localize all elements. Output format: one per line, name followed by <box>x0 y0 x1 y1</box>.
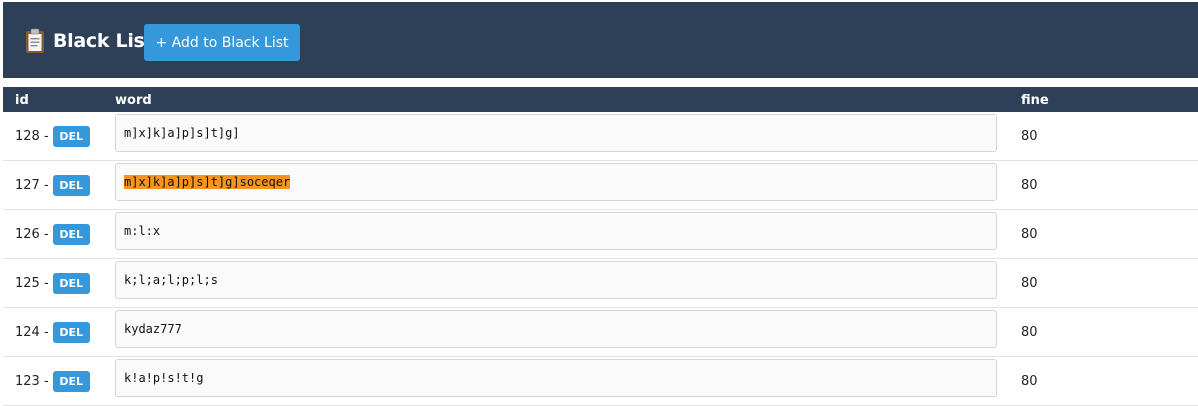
word-input[interactable]: m]x]k]a]p]s]t]g]soceqer <box>115 163 997 201</box>
row-id-cell: 124 - DEL <box>15 308 90 356</box>
word-input[interactable]: k!a!p!s!t!g <box>115 359 997 397</box>
delete-button[interactable]: DEL <box>52 174 90 196</box>
table-row: 124 - DEL kydaz777 80 <box>3 308 1198 357</box>
column-header-fine: fine <box>1021 93 1049 108</box>
page-title: Black List <box>53 30 154 52</box>
row-id: 125 - <box>15 275 49 291</box>
table-body: 128 - DEL m]x]k]a]p]s]t]g] 80 127 - DEL m]x]k]… <box>3 112 1198 406</box>
fine-value: 80 <box>1021 128 1038 144</box>
clipboard-icon <box>26 28 44 53</box>
row-id-cell: 123 - DEL <box>15 357 90 405</box>
fine-value: 80 <box>1021 177 1038 193</box>
table-row: 125 - DEL k;l;a;l;p;l;s 80 <box>3 259 1198 308</box>
row-id: 123 - <box>15 373 49 389</box>
word-input[interactable]: k;l;a;l;p;l;s <box>115 261 997 299</box>
word-value: k!a!p!s!t!g <box>124 371 204 385</box>
page-title-group: Black List <box>25 27 154 55</box>
row-id-cell: 125 - DEL <box>15 259 90 307</box>
table-header: id word fine <box>3 87 1198 112</box>
row-id: 127 - <box>15 177 49 193</box>
delete-button[interactable]: DEL <box>52 223 90 245</box>
row-id: 124 - <box>15 324 49 340</box>
fine-value: 80 <box>1021 226 1038 242</box>
row-id: 128 - <box>15 128 49 144</box>
column-header-id: id <box>15 93 29 108</box>
delete-button[interactable]: DEL <box>52 370 90 392</box>
table-row: 126 - DEL m:l:x 80 <box>3 210 1198 259</box>
delete-button[interactable]: DEL <box>52 125 90 147</box>
add-to-black-list-button[interactable]: + Add to Black List <box>144 24 300 61</box>
row-id-cell: 127 - DEL <box>15 161 90 209</box>
word-value: m]x]k]a]p]s]t]g]soceqer <box>124 175 291 189</box>
word-input[interactable]: m:l:x <box>115 212 997 250</box>
row-id-cell: 126 - DEL <box>15 210 90 258</box>
delete-button[interactable]: DEL <box>52 321 90 343</box>
table-row: 123 - DEL k!a!p!s!t!g 80 <box>3 357 1198 406</box>
word-input[interactable]: m]x]k]a]p]s]t]g] <box>115 114 997 152</box>
word-value: m:l:x <box>124 224 161 238</box>
column-header-word: word <box>115 93 152 108</box>
word-value: kydaz777 <box>124 322 182 336</box>
header-bar: Black List + Add to Black List <box>3 2 1198 78</box>
table-row: 127 - DEL m]x]k]a]p]s]t]g]soceqer 80 <box>3 161 1198 210</box>
fine-value: 80 <box>1021 324 1038 340</box>
delete-button[interactable]: DEL <box>52 272 90 294</box>
fine-value: 80 <box>1021 275 1038 291</box>
word-value: m]x]k]a]p]s]t]g] <box>124 126 240 140</box>
word-input[interactable]: kydaz777 <box>115 310 997 348</box>
word-value: k;l;a;l;p;l;s <box>124 273 218 287</box>
row-id: 126 - <box>15 226 49 242</box>
fine-value: 80 <box>1021 373 1038 389</box>
row-id-cell: 128 - DEL <box>15 112 90 160</box>
table-row: 128 - DEL m]x]k]a]p]s]t]g] 80 <box>3 112 1198 161</box>
